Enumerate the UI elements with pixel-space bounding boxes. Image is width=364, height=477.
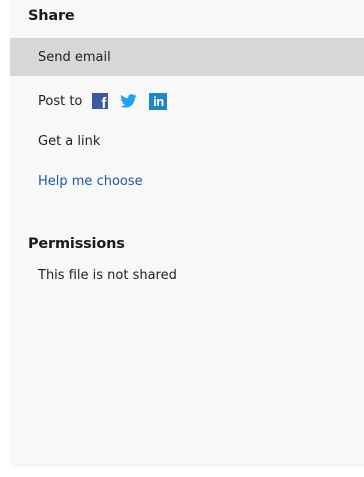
- send-email-option[interactable]: Send email: [10, 38, 364, 76]
- post-to-option: Post to f in: [10, 82, 364, 120]
- facebook-glyph: f: [101, 95, 107, 112]
- send-email-label: Send email: [38, 49, 111, 65]
- help-me-choose-link[interactable]: Help me choose: [10, 162, 364, 200]
- get-link-label: Get a link: [38, 133, 101, 149]
- facebook-icon[interactable]: f: [92, 93, 109, 112]
- permissions-status: This file is not shared: [38, 268, 177, 283]
- help-me-choose-label: Help me choose: [38, 173, 143, 189]
- twitter-icon[interactable]: [120, 94, 138, 108]
- share-heading: Share: [28, 8, 75, 24]
- permissions-heading: Permissions: [28, 236, 125, 252]
- linkedin-icon[interactable]: in: [149, 92, 168, 110]
- post-to-label: Post to: [38, 93, 83, 109]
- get-link-option[interactable]: Get a link: [10, 122, 364, 160]
